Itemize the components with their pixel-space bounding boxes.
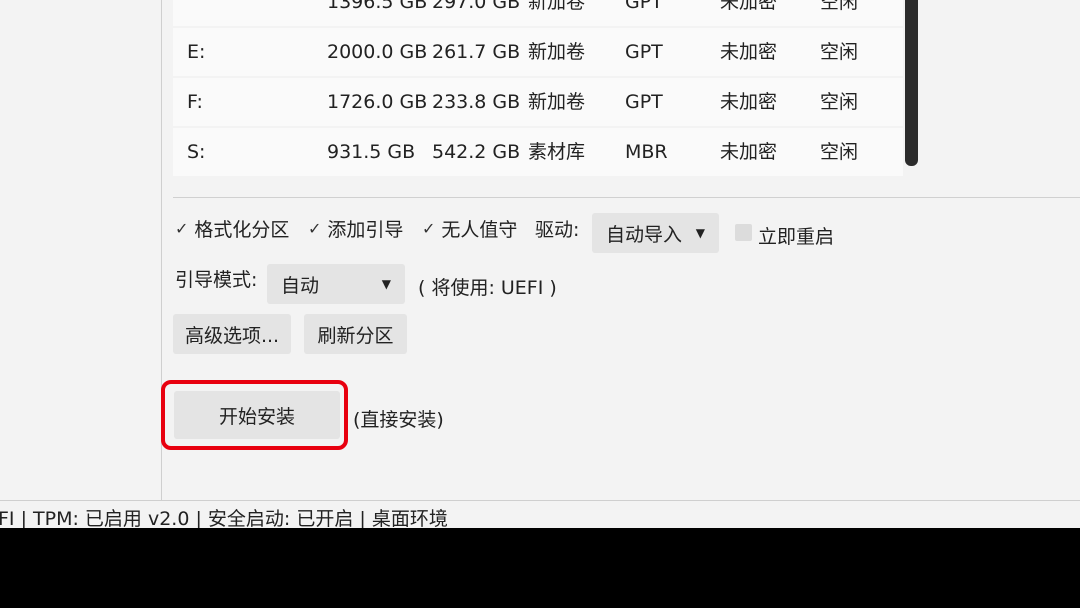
volume-label: 新加卷 bbox=[528, 41, 586, 63]
boot-mode-select[interactable]: 自动 ▼ bbox=[267, 264, 405, 304]
installer-window: D: 1396.5 GB 297.0 GB 新加卷 GPT 未加密 空闲 E: … bbox=[0, 0, 1080, 528]
partition-type: GPT bbox=[625, 0, 663, 13]
encryption-status: 未加密 bbox=[720, 0, 778, 13]
section-divider bbox=[173, 197, 1080, 198]
reboot-now-label: 立即重启 bbox=[758, 226, 835, 248]
reboot-now-checkbox[interactable] bbox=[735, 224, 752, 241]
table-scrollbar[interactable] bbox=[905, 0, 918, 166]
table-row[interactable]: D: 1396.5 GB 297.0 GB 新加卷 GPT 未加密 空闲 bbox=[173, 0, 903, 26]
drive-letter: S: bbox=[187, 141, 206, 163]
volume-label: 新加卷 bbox=[528, 91, 586, 113]
format-partition-label: 格式化分区 bbox=[194, 219, 290, 241]
advanced-options-button[interactable]: 高级选项... bbox=[173, 314, 291, 354]
free-size: 261.7 GB bbox=[432, 41, 521, 63]
unattended-label: 无人值守 bbox=[441, 219, 518, 241]
table-row[interactable]: S: 931.5 GB 542.2 GB 素材库 MBR 未加密 空闲 bbox=[173, 128, 903, 176]
dropdown-arrow-icon: ▼ bbox=[381, 277, 391, 291]
drive-letter: F: bbox=[187, 91, 203, 113]
encryption-status: 未加密 bbox=[720, 91, 778, 113]
table-row[interactable]: E: 2000.0 GB 261.7 GB 新加卷 GPT 未加密 空闲 bbox=[173, 28, 903, 76]
encryption-status: 未加密 bbox=[720, 141, 778, 163]
status-divider bbox=[0, 500, 1080, 501]
volume-label: 素材库 bbox=[528, 141, 586, 163]
partition-status: 空闲 bbox=[820, 41, 859, 63]
encryption-status: 未加密 bbox=[720, 41, 778, 63]
total-size: 931.5 GB bbox=[327, 141, 416, 163]
checkmark-icon: ✓ bbox=[175, 219, 189, 238]
boot-mode-label: 引导模式: bbox=[175, 269, 258, 291]
add-boot-checkbox[interactable]: ✓ 添加引导 bbox=[308, 215, 403, 242]
drive-letter: E: bbox=[187, 41, 206, 63]
driver-label: 驱动: bbox=[535, 219, 580, 241]
partition-type: MBR bbox=[625, 141, 668, 163]
partition-type: GPT bbox=[625, 41, 663, 63]
partition-status: 空闲 bbox=[820, 141, 859, 163]
total-size: 1726.0 GB bbox=[327, 91, 428, 113]
partition-status: 空闲 bbox=[820, 0, 859, 13]
free-size: 297.0 GB bbox=[432, 0, 521, 13]
free-size: 233.8 GB bbox=[432, 91, 521, 113]
checkmark-icon: ✓ bbox=[308, 219, 322, 238]
format-partition-checkbox[interactable]: ✓ 格式化分区 bbox=[175, 215, 289, 242]
status-bar: EFI | TPM: 已启用 v2.0 | 安全启动: 已开启 | 桌面环境 bbox=[0, 508, 448, 528]
left-pane bbox=[0, 0, 161, 500]
checkmark-icon: ✓ bbox=[422, 219, 436, 238]
driver-select[interactable]: 自动导入 ▼ bbox=[592, 213, 719, 253]
total-size: 2000.0 GB bbox=[327, 41, 428, 63]
driver-select-value: 自动导入 bbox=[606, 223, 683, 246]
boot-mode-hint: ( 将使用: UEFI ) bbox=[418, 277, 557, 299]
partition-type: GPT bbox=[625, 91, 663, 113]
add-boot-label: 添加引导 bbox=[327, 219, 404, 241]
start-install-hint: (直接安装) bbox=[353, 409, 444, 431]
total-size: 1396.5 GB bbox=[327, 0, 428, 13]
free-size: 542.2 GB bbox=[432, 141, 521, 163]
table-row[interactable]: F: 1726.0 GB 233.8 GB 新加卷 GPT 未加密 空闲 bbox=[173, 78, 903, 126]
volume-label: 新加卷 bbox=[528, 0, 586, 13]
refresh-partitions-button[interactable]: 刷新分区 bbox=[304, 314, 407, 354]
unattended-checkbox[interactable]: ✓ 无人值守 bbox=[422, 215, 517, 242]
boot-mode-select-value: 自动 bbox=[281, 274, 320, 297]
dropdown-arrow-icon: ▼ bbox=[695, 226, 705, 240]
partition-status: 空闲 bbox=[820, 91, 859, 113]
highlight-box bbox=[161, 380, 348, 450]
